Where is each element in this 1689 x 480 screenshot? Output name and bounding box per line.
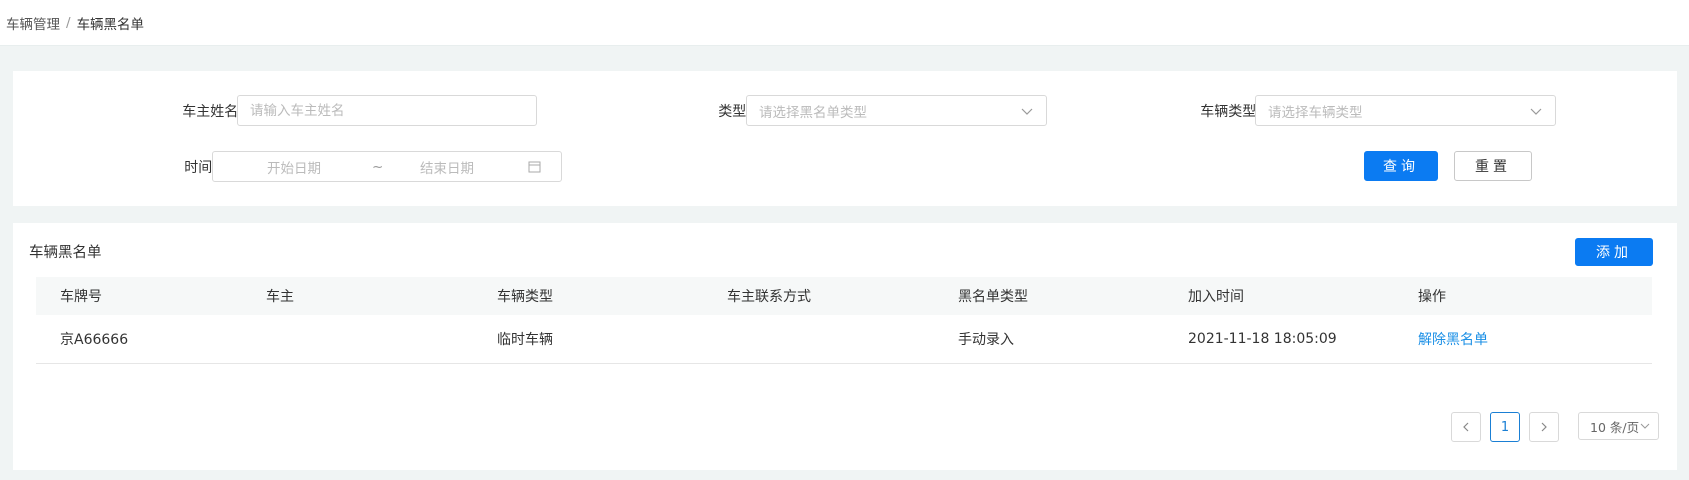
- column-header-vehicle-type: 车辆类型: [497, 289, 553, 305]
- chevron-down-icon: [1530, 108, 1542, 115]
- cell-joined-at: 2021-11-18 18:05:09: [1188, 331, 1337, 347]
- next-page-button[interactable]: [1529, 412, 1559, 442]
- column-header-actions: 操作: [1418, 289, 1446, 305]
- search-button[interactable]: 查询: [1364, 151, 1438, 181]
- column-header-owner: 车主: [266, 289, 294, 305]
- vehicle-type-label: 车辆类型:: [1200, 104, 1261, 120]
- page-size-select[interactable]: 10 条/页: [1578, 412, 1659, 440]
- table-header: 车牌号 车主 车辆类型 车主联系方式 黑名单类型 加入时间 操作: [36, 277, 1652, 315]
- blacklist-table-panel: 车辆黑名单 添加 车牌号 车主 车辆类型 车主联系方式 黑名单类型 加入时间 操…: [13, 223, 1677, 470]
- column-header-joined-at: 加入时间: [1188, 289, 1244, 305]
- owner-name-field[interactable]: [237, 95, 537, 126]
- time-label: 时间:: [184, 160, 217, 176]
- breadcrumb-current: 车辆黑名单: [76, 16, 145, 33]
- chevron-down-icon: [1021, 108, 1033, 115]
- date-range-separator: ~: [372, 158, 384, 175]
- column-header-plate: 车牌号: [60, 289, 102, 305]
- table-row: 京A66666 临时车辆 手动录入 2021-11-18 18:05:09 解除…: [36, 315, 1652, 364]
- prev-page-button[interactable]: [1451, 412, 1481, 442]
- blacklist-type-label: 类型:: [718, 104, 751, 120]
- page-1-button[interactable]: 1: [1490, 412, 1520, 442]
- date-range-picker[interactable]: 开始日期 ~ 结束日期: [212, 151, 562, 182]
- start-date-input[interactable]: 开始日期: [267, 157, 372, 177]
- chevron-right-icon: [1541, 422, 1547, 432]
- cell-plate: 京A66666: [60, 332, 129, 348]
- calendar-icon: [528, 161, 541, 173]
- blacklist-type-select[interactable]: 请选择黑名单类型: [746, 95, 1047, 126]
- column-header-contact: 车主联系方式: [727, 289, 811, 305]
- owner-name-input[interactable]: [250, 102, 524, 119]
- breadcrumb: 车辆管理 / 车辆黑名单: [0, 0, 1689, 46]
- add-button[interactable]: 添加: [1575, 238, 1653, 266]
- page-size-value: 10 条/页: [1590, 419, 1640, 435]
- table-title: 车辆黑名单: [29, 245, 102, 261]
- breadcrumb-root[interactable]: 车辆管理: [6, 13, 60, 33]
- chevron-left-icon: [1463, 422, 1469, 432]
- cell-blacklist-type: 手动录入: [958, 332, 1014, 348]
- breadcrumb-separator: /: [66, 14, 71, 31]
- owner-name-label: 车主姓名:: [182, 104, 243, 120]
- vehicle-type-select[interactable]: 请选择车辆类型: [1255, 95, 1556, 126]
- vehicle-type-placeholder: 请选择车辆类型: [1268, 104, 1363, 121]
- reset-button[interactable]: 重置: [1454, 151, 1532, 181]
- remove-from-blacklist-link[interactable]: 解除黑名单: [1418, 329, 1652, 349]
- filter-panel: 车主姓名: 类型: 请选择黑名单类型 车辆类型: 请选择车辆类型 时间: 开始日…: [13, 71, 1677, 206]
- cell-vehicle-type: 临时车辆: [497, 332, 553, 348]
- blacklist-type-placeholder: 请选择黑名单类型: [759, 104, 867, 121]
- column-header-blacklist-type: 黑名单类型: [958, 289, 1028, 305]
- chevron-down-icon: [1640, 423, 1650, 429]
- end-date-input[interactable]: 结束日期: [420, 157, 528, 177]
